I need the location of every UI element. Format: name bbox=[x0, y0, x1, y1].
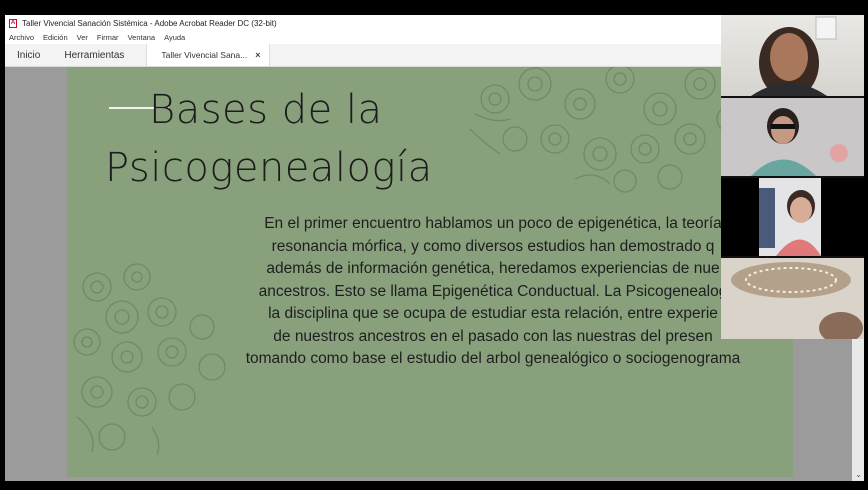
slide-title-line-2: Psicogenealogía bbox=[105, 145, 433, 191]
slide-page: Bases de la Psicogenealogía En el primer… bbox=[67, 67, 793, 477]
participant-tile-2[interactable] bbox=[721, 98, 864, 176]
body-line: tomando como base el estudio del arbol g… bbox=[245, 350, 741, 367]
participant-video-3 bbox=[759, 178, 821, 256]
participant-video-4 bbox=[721, 258, 864, 339]
participant-tile-3[interactable] bbox=[721, 178, 864, 256]
slide-body-text: En el primer encuentro hablamos un poco … bbox=[213, 213, 773, 371]
body-line: además de información genética, heredamo… bbox=[266, 260, 720, 277]
tab-inicio-label: Inicio bbox=[17, 49, 41, 61]
participant-video-2 bbox=[721, 98, 864, 176]
participant-tile-4[interactable] bbox=[721, 258, 864, 339]
menu-ayuda[interactable]: Ayuda bbox=[164, 33, 185, 42]
body-line: resonancia mórfica, y como diversos estu… bbox=[271, 237, 715, 255]
body-line: de nuestros ancestros en el pasado con l… bbox=[273, 327, 713, 345]
scroll-down-icon[interactable]: ⌄ bbox=[855, 470, 862, 479]
video-participants-panel bbox=[721, 15, 864, 339]
menu-edicion[interactable]: Edición bbox=[43, 33, 68, 42]
body-line: En el primer encuentro hablamos un poco … bbox=[264, 215, 722, 232]
menu-archivo[interactable]: Archivo bbox=[9, 33, 34, 42]
tab-document-label: Taller Vivencial Sana... bbox=[161, 50, 248, 60]
tab-inicio[interactable]: Inicio bbox=[5, 44, 52, 66]
close-icon[interactable]: × bbox=[255, 50, 260, 60]
menu-ver[interactable]: Ver bbox=[77, 33, 88, 42]
slide-title: Bases de la Psicogenealogía bbox=[105, 81, 433, 197]
acrobat-pdf-icon: A bbox=[9, 18, 17, 28]
menu-firmar[interactable]: Firmar bbox=[97, 33, 119, 42]
tab-document[interactable]: Taller Vivencial Sana... × bbox=[146, 44, 270, 66]
window-title: Taller Vivencial Sanación Sistémica - Ad… bbox=[22, 18, 277, 28]
participant-tile-1[interactable] bbox=[721, 15, 864, 96]
slide-title-line-1: Bases de la bbox=[149, 87, 383, 133]
floral-decoration-bottom-left bbox=[73, 263, 226, 456]
menu-ventana[interactable]: Ventana bbox=[128, 33, 156, 42]
participant-video-1 bbox=[751, 16, 837, 96]
floral-decoration-top-right bbox=[469, 67, 744, 193]
body-line: ancestros. Esto se llama Epigenética Con… bbox=[258, 282, 728, 300]
tab-herramientas[interactable]: Herramientas bbox=[52, 44, 136, 66]
tab-herramientas-label: Herramientas bbox=[64, 49, 125, 61]
body-line: la disciplina que se ocupa de estudiar e… bbox=[268, 305, 718, 322]
